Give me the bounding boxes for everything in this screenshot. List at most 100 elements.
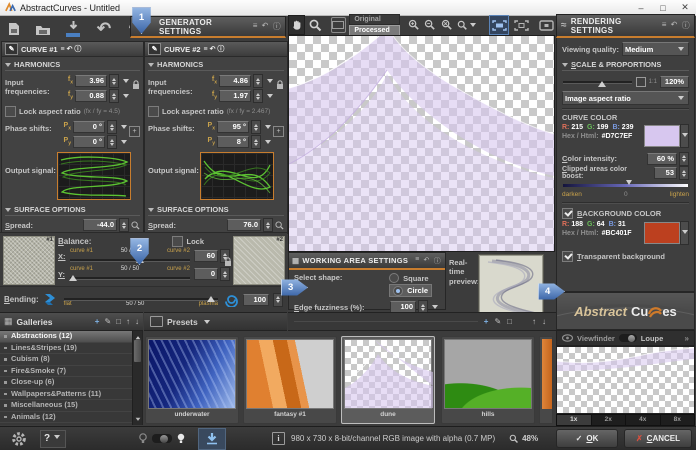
maximize-button[interactable]: □ xyxy=(652,3,674,13)
shape-square-label[interactable]: Square xyxy=(403,274,428,283)
info-icon[interactable]: ⓘ xyxy=(434,256,441,266)
px-dropdown-icon[interactable] xyxy=(121,125,127,132)
reset-icon[interactable]: ↶ xyxy=(671,20,678,31)
reset-icon[interactable]: ↶ xyxy=(210,46,216,53)
fx-input[interactable]: 4.86 xyxy=(219,75,251,87)
lock-aspect-checkbox[interactable] xyxy=(148,106,159,117)
zoom-level-value[interactable]: 48% xyxy=(522,434,538,443)
image-canvas[interactable] xyxy=(288,35,555,252)
gallery-item-close-up[interactable]: Close-up (6) xyxy=(0,377,133,389)
fit-image-button[interactable] xyxy=(489,15,509,35)
zoom-8x-button[interactable]: 8x xyxy=(661,415,695,425)
viewfinder-tab[interactable]: Viewfinder xyxy=(577,334,615,343)
help-button[interactable]: ? xyxy=(40,430,66,448)
copy-gallery-button[interactable]: □ xyxy=(116,317,121,326)
edge-fuzziness-dropdown-icon[interactable] xyxy=(432,305,438,312)
fit-screen-button[interactable] xyxy=(512,16,530,34)
balance-y-stepper[interactable] xyxy=(220,267,230,281)
curve-color-swatch[interactable] xyxy=(644,124,689,148)
close-button[interactable]: ✕ xyxy=(674,2,696,13)
transparent-background-checkbox[interactable] xyxy=(562,251,573,262)
fx-dropdown-icon[interactable] xyxy=(123,79,129,86)
hand-tool-button[interactable] xyxy=(288,15,305,35)
gallery-item-animals[interactable]: Animals (12) xyxy=(0,412,133,424)
spread-finetune-icon[interactable] xyxy=(275,221,284,230)
preferences-button[interactable] xyxy=(6,429,32,449)
frequency-lock-icon[interactable] xyxy=(131,74,140,90)
undo-button[interactable]: ↶ xyxy=(91,18,117,40)
import-gallery-button[interactable]: ↑ xyxy=(126,317,130,326)
scale-slider[interactable] xyxy=(562,76,633,88)
export-preset-button[interactable]: ↓ xyxy=(542,317,546,326)
menu-icon[interactable]: ≡ xyxy=(415,256,419,266)
open-image-button[interactable] xyxy=(3,19,25,39)
collapse-icon[interactable] xyxy=(5,208,11,215)
clipped-boost-slider[interactable] xyxy=(562,180,689,190)
export-presets-button[interactable] xyxy=(61,19,85,39)
edit-gallery-button[interactable]: ✎ xyxy=(104,317,111,326)
zoom-out-button[interactable] xyxy=(423,16,437,34)
preset-dune[interactable]: dune xyxy=(341,336,435,424)
menu-icon[interactable]: ≡ xyxy=(204,46,208,53)
px-dropdown-icon[interactable] xyxy=(265,125,271,132)
py-input[interactable]: 8 ° xyxy=(217,136,249,148)
menu-icon[interactable]: ≡ xyxy=(61,46,65,53)
phase-expand-button[interactable]: + xyxy=(273,126,284,137)
minimize-button[interactable]: – xyxy=(630,3,652,13)
background-color-checkbox[interactable] xyxy=(562,208,573,219)
reset-icon[interactable]: ↶ xyxy=(424,256,430,266)
export-gallery-button[interactable]: ↓ xyxy=(135,317,139,326)
py-input[interactable]: 0 ° xyxy=(73,136,105,148)
original-tab[interactable]: Original xyxy=(349,14,399,25)
spread-finetune-icon[interactable] xyxy=(131,221,140,230)
menu-icon[interactable]: ≡ xyxy=(662,20,667,31)
panel-info-icon[interactable]: ⓘ xyxy=(273,21,281,32)
frequency-lock-icon[interactable] xyxy=(275,74,284,90)
one-to-one-label[interactable]: 1:1 xyxy=(649,79,657,85)
color-intensity-input[interactable]: 60 % xyxy=(647,153,677,165)
viewfinder-loupe-toggle[interactable] xyxy=(619,334,637,342)
px-input[interactable]: 95 ° xyxy=(217,121,249,133)
py-stepper[interactable] xyxy=(251,135,261,149)
ok-button[interactable]: ✓OK xyxy=(556,429,618,448)
gallery-item-miscellaneous[interactable]: Miscellaneous (15) xyxy=(0,400,133,412)
edit-preset-button[interactable]: ✎ xyxy=(494,317,501,326)
theme-toggle[interactable] xyxy=(138,433,186,445)
preset-fantasy1[interactable]: fantasy #1 xyxy=(243,336,337,424)
aspect-ratio-select[interactable]: Image aspect ratio xyxy=(562,91,689,105)
zoom-presets-button[interactable] xyxy=(457,16,478,34)
py-dropdown-icon[interactable] xyxy=(265,140,271,147)
panel-reset-icon[interactable]: ↶ xyxy=(262,21,269,32)
fullscreen-preview-button[interactable] xyxy=(538,16,556,34)
gallery-item-cubism[interactable]: Cubism (8) xyxy=(0,354,133,366)
curve1-enable-checkbox[interactable]: ✎ xyxy=(5,43,18,55)
fy-input[interactable]: 0.88 xyxy=(75,90,107,102)
scrollbar-thumb[interactable] xyxy=(134,340,141,362)
spread-stepper[interactable] xyxy=(119,218,129,232)
color-intensity-stepper[interactable] xyxy=(679,152,689,166)
curve2-texture-thumbnail[interactable]: #2 xyxy=(233,236,285,285)
background-color-swatch[interactable] xyxy=(644,221,689,245)
zoom-2x-button[interactable]: 2x xyxy=(592,415,627,425)
collapse-icon[interactable] xyxy=(148,208,154,215)
fx-dropdown-icon[interactable] xyxy=(267,79,273,86)
balance-xy-lock-icon[interactable] xyxy=(224,257,232,267)
fx-stepper[interactable] xyxy=(109,74,119,88)
spread-stepper[interactable] xyxy=(263,218,273,232)
open-folder-button[interactable] xyxy=(31,19,55,39)
curve1-texture-thumbnail[interactable]: #1 xyxy=(3,236,55,285)
phase-expand-button[interactable]: + xyxy=(129,126,140,137)
py-dropdown-icon[interactable] xyxy=(121,140,127,147)
fit-icon[interactable] xyxy=(636,77,646,87)
zoom-reset-button[interactable] xyxy=(440,16,454,34)
fx-stepper[interactable] xyxy=(253,74,263,88)
preset-underwater[interactable]: underwater xyxy=(145,336,239,424)
gallery-item-lines-stripes[interactable]: Lines&Stripes (19) xyxy=(0,343,133,355)
preset-partial[interactable] xyxy=(539,336,553,424)
new-gallery-button[interactable]: + xyxy=(95,317,100,326)
panel-menu-icon[interactable]: ≡ xyxy=(253,21,258,32)
balance-x-slider[interactable]: curve #1 50 / 50 curve #2 xyxy=(68,248,192,264)
gallery-item-wallpapers-patterns[interactable]: Wallpapers&Patterns (11) xyxy=(0,389,133,401)
import-preset-button[interactable]: ↑ xyxy=(532,317,536,326)
preset-hills[interactable]: hills xyxy=(441,336,535,424)
